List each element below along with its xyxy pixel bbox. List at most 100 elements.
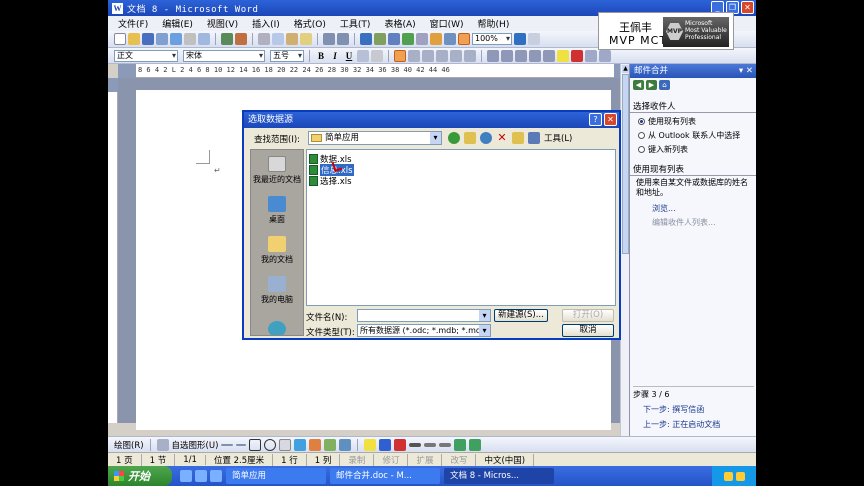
place-my-computer[interactable]: 我的电脑 [251,270,303,310]
undo-icon[interactable] [323,33,335,45]
horizontal-ruler[interactable]: 8 6 4 2 L 2 4 6 8 10 12 14 16 18 20 22 2… [118,64,630,78]
align-left-icon[interactable] [394,49,406,62]
edit-recipients-link[interactable]: 编辑收件人列表... [630,217,756,228]
tables-borders-icon[interactable] [374,33,386,45]
place-network[interactable] [251,310,303,335]
chevron-down-icon[interactable]: ▾ [479,310,490,321]
spelling-icon[interactable] [221,33,233,45]
decrease-indent-icon[interactable] [515,49,527,62]
highlight-icon[interactable] [557,49,569,62]
scrollbar-thumb[interactable] [622,74,629,254]
style-combo[interactable]: 正文 [114,49,178,62]
show-hide-marks-icon[interactable] [458,33,470,45]
font-combo[interactable]: 宋体 [183,49,265,62]
radio-new-list[interactable]: 键入新列表 [630,144,756,155]
columns-icon[interactable] [416,33,428,45]
back-icon[interactable]: ◀ [633,80,644,90]
taskbar-item-folder[interactable]: 简单应用 [226,468,326,484]
paste-icon[interactable] [286,33,298,45]
align-right-icon[interactable] [422,49,434,62]
arrow-icon[interactable] [236,443,247,446]
menu-view[interactable]: 视图(V) [207,17,238,30]
taskbar-item-document8[interactable]: 文档 8 - Micros... [444,468,554,484]
open-button[interactable]: 打开(O) [562,309,614,322]
menu-tools[interactable]: 工具(T) [340,17,371,30]
format-painter-icon[interactable] [300,33,312,45]
line-spacing-icon[interactable] [464,49,476,62]
tray-icon[interactable] [735,471,745,481]
radio-existing-list[interactable]: 使用现有列表 [630,116,756,127]
text-box-icon[interactable] [279,438,292,451]
line-style-icon[interactable] [409,442,422,447]
copy-icon[interactable] [272,33,284,45]
permission-icon[interactable] [156,33,168,45]
filename-input[interactable]: ▾ [357,309,491,322]
home-icon[interactable]: ⌂ [659,80,670,90]
drawing-icon[interactable] [430,33,442,45]
rectangle-icon[interactable] [249,438,262,451]
menu-help[interactable]: 帮助(H) [478,17,510,30]
help-icon[interactable] [514,33,526,45]
bullets-icon[interactable] [501,49,513,62]
new-source-button[interactable]: 新建源(S)... [494,309,548,322]
chevron-down-icon[interactable]: ▾ [430,132,441,144]
vertical-scrollbar[interactable]: ▲ [620,64,629,436]
hyperlink-icon[interactable] [360,33,372,45]
bold-button[interactable]: B [315,50,327,62]
document-map-icon[interactable] [444,33,456,45]
radio-outlook-contacts[interactable]: 从 Outlook 联系人中选择 [630,130,756,141]
diagram-icon[interactable] [309,438,322,451]
phonetic-guide-icon[interactable] [585,49,597,62]
autoshapes-menu[interactable]: 自选图形(U) [172,439,219,451]
filetype-select[interactable]: 所有数据源 (*.odc; *.mdb; *.mde ▾ [357,324,491,337]
draw-menu[interactable]: 绘图(R) [114,439,144,451]
menu-edit[interactable]: 编辑(E) [162,17,193,30]
vertical-ruler[interactable] [108,78,118,423]
start-button[interactable]: 开始 [108,466,172,486]
close-button[interactable]: ✕ [741,1,754,14]
read-mode-icon[interactable] [528,33,540,45]
chevron-down-icon[interactable]: ▾ [479,325,490,336]
up-folder-icon[interactable] [464,132,476,144]
distributed-icon[interactable] [450,49,462,62]
scroll-up-icon[interactable]: ▲ [622,65,629,73]
fill-color-icon[interactable] [364,438,377,451]
zoom-combo[interactable]: 100% [472,33,512,45]
draw-font-color-icon[interactable] [394,438,407,451]
place-recent[interactable]: 我最近的文档 [251,150,303,190]
radio-outlook-contacts-dot[interactable] [638,132,645,139]
quick-launch-icon[interactable] [210,470,222,482]
justify-icon[interactable] [436,49,448,62]
dash-style-icon[interactable] [424,442,437,447]
numbering-icon[interactable] [487,49,499,62]
cancel-button[interactable]: 取消 [562,324,614,337]
insert-excel-icon[interactable] [402,33,414,45]
views-icon[interactable] [528,132,540,144]
file-item[interactable]: 选择.xls [309,175,352,187]
delete-icon[interactable]: ✕ [496,132,508,144]
menu-window[interactable]: 窗口(W) [430,17,464,30]
menu-table[interactable]: 表格(A) [384,17,415,30]
previous-step-link[interactable]: 上一步: 正在启动文档 [633,419,754,430]
character-border-icon[interactable] [357,49,369,62]
insert-table-icon[interactable] [388,33,400,45]
dialog-help-button[interactable]: ? [589,113,602,126]
line-icon[interactable] [221,443,234,446]
dialog-close-button[interactable]: ✕ [604,113,617,126]
print-icon[interactable] [184,33,196,45]
3d-icon[interactable] [469,438,482,451]
print-preview-icon[interactable] [198,33,210,45]
forward-icon[interactable]: ▶ [646,80,657,90]
next-step-link[interactable]: 下一步: 撰写信函 [633,404,754,415]
new-folder-icon[interactable] [512,132,524,144]
insert-picture-icon[interactable] [339,438,352,451]
place-desktop[interactable]: 桌面 [251,190,303,230]
increase-indent-icon[interactable] [529,49,541,62]
browse-link[interactable]: 浏览... [630,203,756,214]
arrow-style-icon[interactable] [439,442,452,447]
menu-insert[interactable]: 插入(I) [252,17,280,30]
tray-icon[interactable] [723,471,733,481]
redo-icon[interactable] [337,33,349,45]
search-web-icon[interactable] [480,132,492,144]
quick-launch-icon[interactable] [180,470,192,482]
